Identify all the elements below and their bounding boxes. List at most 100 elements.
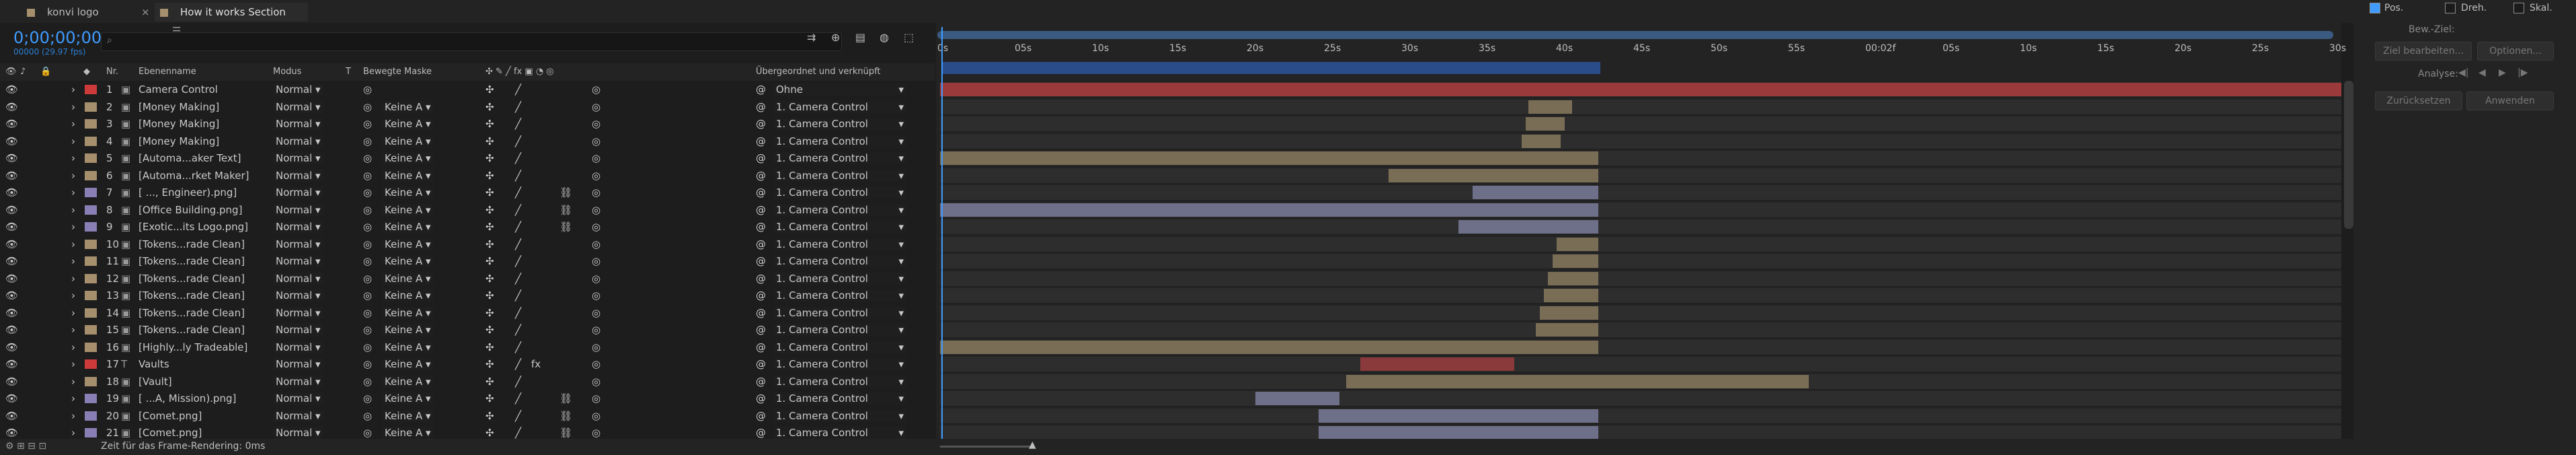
parent-dropdown[interactable]: 1. Camera Control ▾ (773, 221, 906, 233)
track-matte-dropdown[interactable]: Keine A ▾ (382, 427, 434, 439)
layer-row[interactable]: 👁 › 2 ▣ [Money Making] Normal ▾ ◎ Keine A ▾ ✣ ╱ ◎ @… (0, 100, 935, 114)
pickwhip-icon[interactable]: @ (756, 376, 766, 388)
pickwhip-icon[interactable]: @ (756, 427, 766, 439)
parent-dropdown[interactable]: 1. Camera Control ▾ (773, 186, 906, 199)
preserve-transparency-icon[interactable]: ◎ (363, 204, 372, 216)
pickwhip-icon[interactable]: @ (756, 101, 766, 113)
shy-switch-icon[interactable]: ✣ (485, 255, 494, 267)
layer-row[interactable]: 👁 › 10 ▣ [Tokens...rade Clean] Normal ▾ ◎ Keine… (0, 237, 935, 252)
parent-dropdown[interactable]: 1. Camera Control ▾ (773, 427, 906, 439)
quality-switch-icon[interactable]: ╱ (515, 118, 521, 130)
quality-switch-icon[interactable]: ╱ (515, 101, 521, 113)
layer-name[interactable]: [Office Building.png] (139, 204, 242, 216)
close-tab-icon[interactable]: × (141, 3, 155, 22)
preserve-transparency-icon[interactable]: ◎ (363, 273, 372, 285)
layer-name[interactable]: [ ..., Engineer).png] (139, 186, 237, 199)
layer-duration-bar[interactable] (1318, 409, 1599, 423)
expand-chevron-icon[interactable]: › (71, 101, 75, 113)
column-nr[interactable]: Nr. (106, 67, 118, 77)
layer-name[interactable]: [Tokens...rade Clean] (139, 289, 245, 302)
audio-icon[interactable]: ♪ (20, 67, 26, 77)
preserve-transparency-icon[interactable]: ◎ (363, 392, 372, 405)
visibility-icon[interactable]: 👁 (5, 273, 18, 285)
layer-row[interactable]: 👁 › 15 ▣ [Tokens...rade Clean] Normal ▾ ◎ Keine… (0, 322, 935, 337)
parent-dropdown[interactable]: Ohne ▾ (773, 83, 906, 96)
layer-row[interactable]: 👁 › 9 ▣ [Exotic...its Logo.png] Normal ▾ ◎ Kein… (0, 219, 935, 234)
track-matte-dropdown[interactable]: Keine A ▾ (382, 410, 434, 422)
track-matte-dropdown[interactable]: Keine A ▾ (382, 221, 434, 233)
visibility-icon[interactable]: 👁 (5, 67, 17, 77)
layer-row[interactable]: 👁 › 5 ▣ [Automa...aker Text] Normal ▾ ◎ Keine A… (0, 151, 935, 166)
motion-blur-switch-icon[interactable]: ◎ (592, 376, 600, 388)
visibility-icon[interactable]: 👁 (5, 358, 18, 370)
preserve-transparency-icon[interactable]: ◎ (363, 410, 372, 422)
visibility-icon[interactable]: 👁 (5, 221, 18, 233)
label-color-swatch[interactable] (85, 188, 97, 197)
label-color-swatch[interactable] (85, 274, 97, 283)
shy-switch-icon[interactable]: ✣ (485, 392, 494, 405)
shy-switch-icon[interactable]: ✣ (485, 410, 494, 422)
collapse-switch-icon[interactable]: ⛓ (559, 204, 572, 216)
layer-duration-bar[interactable] (940, 203, 1599, 217)
layer-duration-bar[interactable] (1556, 238, 1599, 251)
mode-dropdown[interactable]: Normal ▾ (273, 204, 323, 216)
preserve-transparency-icon[interactable]: ◎ (363, 307, 372, 319)
layer-row[interactable]: 👁 › 11 ▣ [Tokens...rade Clean] Normal ▾ ◎ Keine… (0, 254, 935, 269)
parent-dropdown[interactable]: 1. Camera Control ▾ (773, 410, 906, 422)
layer-row[interactable]: 👁 › 14 ▣ [Tokens...rade Clean] Normal ▾ ◎ Keine… (0, 306, 935, 320)
expand-chevron-icon[interactable]: › (71, 83, 75, 96)
motion-blur-switch-icon[interactable]: ◎ (592, 392, 600, 405)
column-parent[interactable]: Übergeordnet und verknüpft (756, 67, 881, 77)
visibility-icon[interactable]: 👁 (5, 238, 18, 250)
track-matte-dropdown[interactable]: Keine A ▾ (382, 289, 434, 302)
expand-chevron-icon[interactable]: › (71, 289, 75, 302)
shy-switch-icon[interactable]: ✣ (485, 376, 494, 388)
quality-switch-icon[interactable]: ╱ (515, 135, 521, 147)
pickwhip-icon[interactable]: @ (756, 238, 766, 250)
layer-duration-bar[interactable] (1535, 323, 1599, 337)
visibility-icon[interactable]: 👁 (5, 324, 18, 336)
layer-name[interactable]: [Vault] (139, 376, 172, 388)
layer-name[interactable]: [Exotic...its Logo.png] (139, 221, 248, 233)
shy-switch-icon[interactable]: ✣ (485, 341, 494, 353)
pickwhip-icon[interactable]: @ (756, 358, 766, 370)
zuruecksetzen-button[interactable]: Zurücksetzen (2375, 92, 2462, 110)
quality-switch-icon[interactable]: ╱ (515, 307, 521, 319)
shy-switch-icon[interactable]: ✣ (485, 101, 494, 113)
pickwhip-icon[interactable]: @ (756, 135, 766, 147)
layer-name[interactable]: [Automa...rket Maker] (139, 170, 249, 182)
parent-dropdown[interactable]: 1. Camera Control ▾ (773, 358, 906, 370)
layer-name[interactable]: [Money Making] (139, 101, 219, 113)
motion-blur-switch-icon[interactable]: ◎ (592, 324, 600, 336)
label-color-swatch[interactable] (85, 359, 97, 369)
layer-duration-bar[interactable] (940, 151, 1599, 165)
layer-row[interactable]: 👁 › 18 ▣ [Vault] Normal ▾ ◎ Keine A ▾ ✣ ╱ ◎ @1. Cam… (0, 374, 935, 389)
motion-blur-switch-icon[interactable]: ◎ (592, 358, 600, 370)
layer-name[interactable]: [Money Making] (139, 135, 219, 147)
motion-blur-switch-icon[interactable]: ◎ (592, 135, 600, 147)
shy-switch-icon[interactable]: ✣ (485, 358, 494, 370)
graph-editor-icon[interactable]: ⬚ (904, 31, 914, 44)
preserve-transparency-icon[interactable]: ◎ (363, 135, 372, 147)
mode-dropdown[interactable]: Normal ▾ (273, 118, 323, 130)
quality-switch-icon[interactable]: ╱ (515, 324, 521, 336)
shy-icon[interactable]: ⊕ (831, 31, 840, 44)
shy-switch-icon[interactable]: ✣ (485, 238, 494, 250)
shy-switch-icon[interactable]: ✣ (485, 273, 494, 285)
preserve-transparency-icon[interactable]: ◎ (363, 427, 372, 439)
pickwhip-icon[interactable]: @ (756, 410, 766, 422)
motion-blur-switch-icon[interactable]: ◎ (592, 83, 600, 96)
quality-switch-icon[interactable]: ╱ (515, 358, 521, 370)
expand-chevron-icon[interactable]: › (71, 307, 75, 319)
mode-dropdown[interactable]: Normal ▾ (273, 152, 323, 164)
label-color-swatch[interactable] (85, 205, 97, 215)
motion-blur-switch-icon[interactable]: ◎ (592, 170, 600, 182)
quality-switch-icon[interactable]: ╱ (515, 376, 521, 388)
layer-row[interactable]: 👁 › 7 ▣ [ ..., Engineer).png] Normal ▾ ◎ Keine … (0, 185, 935, 200)
mode-dropdown[interactable]: Normal ▾ (273, 392, 323, 405)
layer-duration-bar[interactable] (1552, 254, 1599, 268)
pickwhip-icon[interactable]: @ (756, 324, 766, 336)
parent-dropdown[interactable]: 1. Camera Control ▾ (773, 376, 906, 388)
layer-row[interactable]: 👁 › 3 ▣ [Money Making] Normal ▾ ◎ Keine A ▾ ✣ ╱ ◎ @… (0, 116, 935, 131)
collapse-switch-icon[interactable]: ⛓ (559, 186, 572, 199)
